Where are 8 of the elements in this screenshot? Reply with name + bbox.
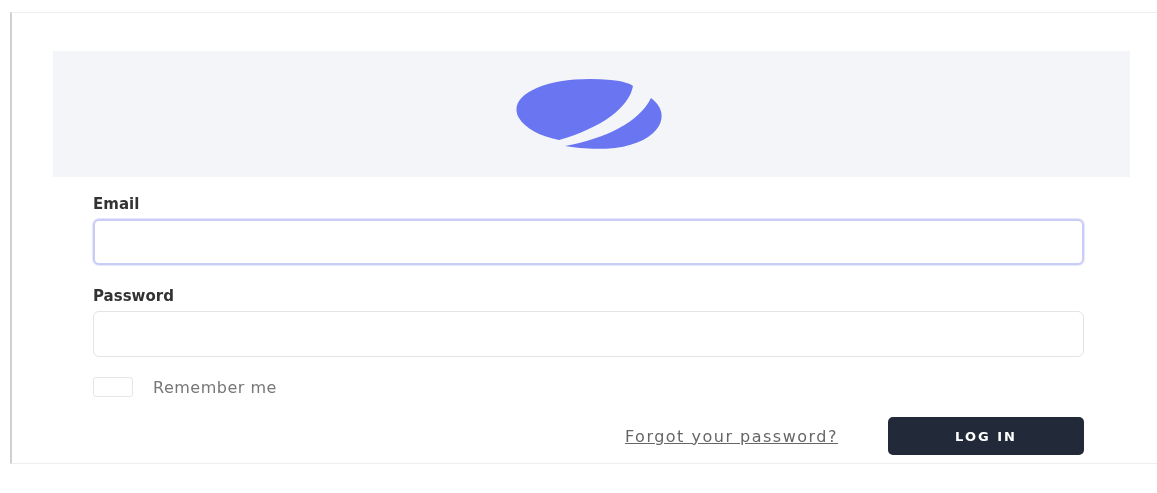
checkbox-label: Remember me bbox=[153, 377, 277, 397]
forgot-password-link[interactable]: Forgot your password? bbox=[624, 426, 838, 446]
checkbox[interactable] bbox=[93, 377, 133, 397]
login-button[interactable]: LOG IN bbox=[888, 417, 1084, 455]
input-field[interactable] bbox=[93, 219, 1084, 265]
field-label: Password bbox=[93, 287, 174, 305]
field-label: Email bbox=[93, 195, 140, 213]
input-field[interactable] bbox=[93, 311, 1084, 357]
